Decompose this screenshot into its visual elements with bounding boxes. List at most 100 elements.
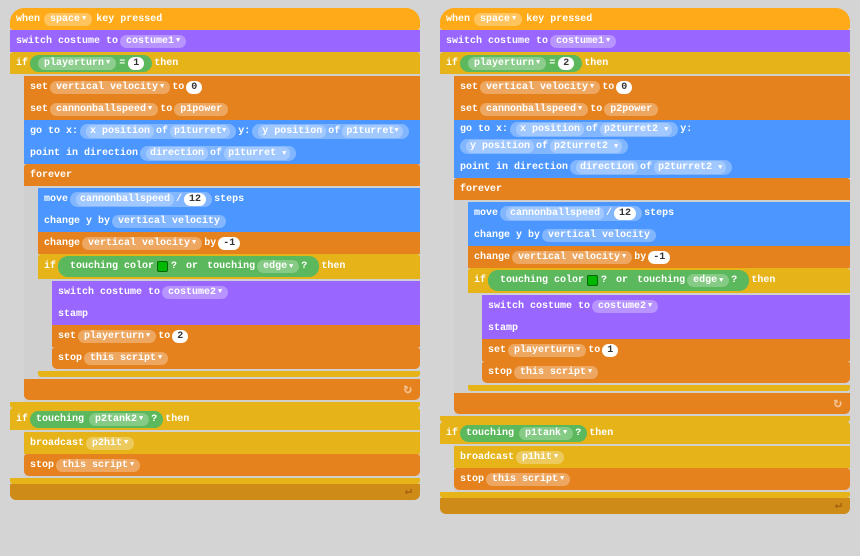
stamp-left[interactable]: stamp [52,303,420,325]
broadcast-left[interactable]: broadcast p2hit ▼ [24,432,420,454]
pt-val-right[interactable]: 1 [602,344,618,357]
edge-dd-right[interactable]: edge ▼ [687,274,729,287]
hat-block-left[interactable]: when space ▼ key pressed [10,8,420,30]
stop-dd-left[interactable]: this script ▼ [84,352,168,365]
stop2-left[interactable]: stop this script ▼ [24,454,420,476]
move-block-left[interactable]: move cannonballspeed / 12 steps [38,188,420,210]
hat-block-right[interactable]: when space ▼ key pressed [440,8,850,30]
goto-right[interactable]: go to x: x position of p2turret2 ▼ y: y … [454,120,850,156]
set-pt-right[interactable]: set playerturn ▼ to 1 [482,339,850,361]
key-pressed-label: key pressed [96,14,162,25]
neg1-right[interactable]: -1 [648,251,670,264]
ypos-formula-left[interactable]: y position of p1turret ▼ [252,124,408,139]
if-tank-right: if touching p1tank ▼ ? then broadcast p1… [440,422,850,498]
stop2-right[interactable]: stop this script ▼ [454,468,850,490]
or-condition-right: touching color ? or touching edge ▼ ? [488,270,749,291]
vv-dd-left[interactable]: vertical velocity ▼ [82,237,202,250]
point-dir-left[interactable]: point in direction direction of p1turret… [24,142,420,164]
touch-p2tank-left: touching p2tank2 ▼ ? [30,411,163,428]
switch-costume2-left[interactable]: switch costume to costume2 ▼ [52,281,420,303]
change-y-right[interactable]: change y by vertical velocity [468,224,850,246]
return-icon-right: ↻ [834,395,842,412]
set-pt-left[interactable]: set playerturn ▼ to 2 [52,325,420,347]
switch-costume-left[interactable]: switch costume to costume1 ▼ [10,30,420,52]
stop2-dd-left[interactable]: this script ▼ [56,459,140,472]
forever-block-right: forever move cannonballspeed / 12 steps [454,178,850,414]
script-left: when space ▼ key pressed switch costume … [10,8,420,548]
if-block-left: if playerturn ▼ = 1 then set vertical ve… [10,52,420,408]
p1hit-dd-right[interactable]: p1hit ▼ [516,451,564,464]
costume1-dropdown-right[interactable]: costume1 ▼ [550,35,616,48]
xpos-formula-right[interactable]: x position of p2turret2 ▼ [510,122,678,137]
scratch-container: when space ▼ key pressed switch costume … [0,0,860,556]
xpos-formula-left[interactable]: x position of p1turret ▼ [80,124,236,139]
p2hit-dd-left[interactable]: p2hit ▼ [86,437,134,450]
condition-eq-right: playerturn ▼ = 2 [460,55,582,72]
pt-dd-left[interactable]: playerturn ▼ [78,330,156,343]
playerturn-var-left[interactable]: playerturn ▼ [38,57,116,70]
set-vert-vel-left[interactable]: set vertical velocity ▼ to 0 [24,76,420,98]
switch-costume-right[interactable]: switch costume to costume1 ▼ [440,30,850,52]
p2tank-dd-left[interactable]: p2tank2 ▼ [89,413,149,426]
point-dir-right[interactable]: point in direction direction of p2turret… [454,156,850,178]
pt-val-left[interactable]: 2 [172,330,188,343]
dir-formula-left[interactable]: direction of p1turret ▼ [140,146,296,161]
move-block-right[interactable]: move cannonballspeed / 12 steps [468,202,850,224]
pt-dd-right[interactable]: playerturn ▼ [508,344,586,357]
set-vert-vel-right[interactable]: set vertical velocity ▼ to 0 [454,76,850,98]
when-label: when [16,14,40,25]
goto-left[interactable]: go to x: x position of p1turret ▼ y: y p… [24,120,420,142]
p2power-var-right[interactable]: p2power [604,103,658,116]
set-cbs-right[interactable]: set cannonballspeed ▼ to p2power [454,98,850,120]
vert-vel-dd-right[interactable]: vertical velocity ▼ [480,81,600,94]
move-formula-left[interactable]: cannonballspeed / 12 [70,192,212,207]
vv-dd-right[interactable]: vertical velocity ▼ [512,251,632,264]
eq-val-left[interactable]: 1 [128,57,144,70]
broadcast-right[interactable]: broadcast p1hit ▼ [454,446,850,468]
touch-edge-right: touching edge ▼ ? [631,272,743,289]
p1tank-dd-right[interactable]: p1tank ▼ [519,427,573,440]
stop2-dd-right[interactable]: this script ▼ [486,473,570,486]
costume2-dd-left[interactable]: costume2 ▼ [162,286,228,299]
ypos-formula-right[interactable]: y position of p2turret2 ▼ [460,139,628,154]
touch-color-left: touching color ? [64,259,183,274]
if-block-right: if playerturn ▼ = 2 then set vertical ve… [440,52,850,422]
when-label-right: when [446,14,470,25]
stamp-right[interactable]: stamp [482,317,850,339]
change-vv-left[interactable]: change vertical velocity ▼ by -1 [38,232,420,254]
stop-right[interactable]: stop this script ▼ [482,361,850,383]
key-pressed-label-right: key pressed [526,14,592,25]
costume1-dropdown-left[interactable]: costume1 ▼ [120,35,186,48]
space-dropdown-right[interactable]: space ▼ [474,13,522,26]
if-touch-right: if touching color ? or touching edge ▼ ? [468,268,850,391]
change-vv-right[interactable]: change vertical velocity ▼ by -1 [468,246,850,268]
zero-val-right[interactable]: 0 [616,81,632,94]
return-icon-right2: ↵ [835,497,842,512]
neg1-left[interactable]: -1 [218,237,240,250]
touch-color-right: touching color ? [494,273,613,288]
script-right: when space ▼ key pressed switch costume … [440,8,850,548]
stop-left[interactable]: stop this script ▼ [52,347,420,369]
eq-val-right[interactable]: 2 [558,57,574,70]
condition-eq-left: playerturn ▼ = 1 [30,55,152,72]
cbs-dd-right[interactable]: cannonballspeed ▼ [480,103,588,116]
move-formula-right[interactable]: cannonballspeed / 12 [500,206,642,221]
change-y-left[interactable]: change y by vertical velocity [38,210,420,232]
set-cbs-left[interactable]: set cannonballspeed ▼ to p1power [24,98,420,120]
vert-vel-val-left[interactable]: vertical velocity [112,215,226,228]
edge-dd-left[interactable]: edge ▼ [257,260,299,273]
space-dropdown-left[interactable]: space ▼ [44,13,92,26]
vert-vel-val-right[interactable]: vertical velocity [542,229,656,242]
if-tank-left: if touching p2tank2 ▼ ? then broadcast p… [10,408,420,484]
p1power-var-left[interactable]: p1power [174,103,228,116]
stop-dd-right[interactable]: this script ▼ [514,366,598,379]
if-touch-left: if touching color ? or touching edge ▼ ? [38,254,420,377]
vert-vel-dd-left[interactable]: vertical velocity ▼ [50,81,170,94]
switch-costume2-right[interactable]: switch costume to costume2 ▼ [482,295,850,317]
forever-block-left: forever move cannonballspeed / 12 steps [24,164,420,400]
cbs-dd-left[interactable]: cannonballspeed ▼ [50,103,158,116]
zero-val-left[interactable]: 0 [186,81,202,94]
dir-formula-right[interactable]: direction of p2turret2 ▼ [570,160,732,175]
playerturn-var-right[interactable]: playerturn ▼ [468,57,546,70]
costume2-dd-right[interactable]: costume2 ▼ [592,300,658,313]
